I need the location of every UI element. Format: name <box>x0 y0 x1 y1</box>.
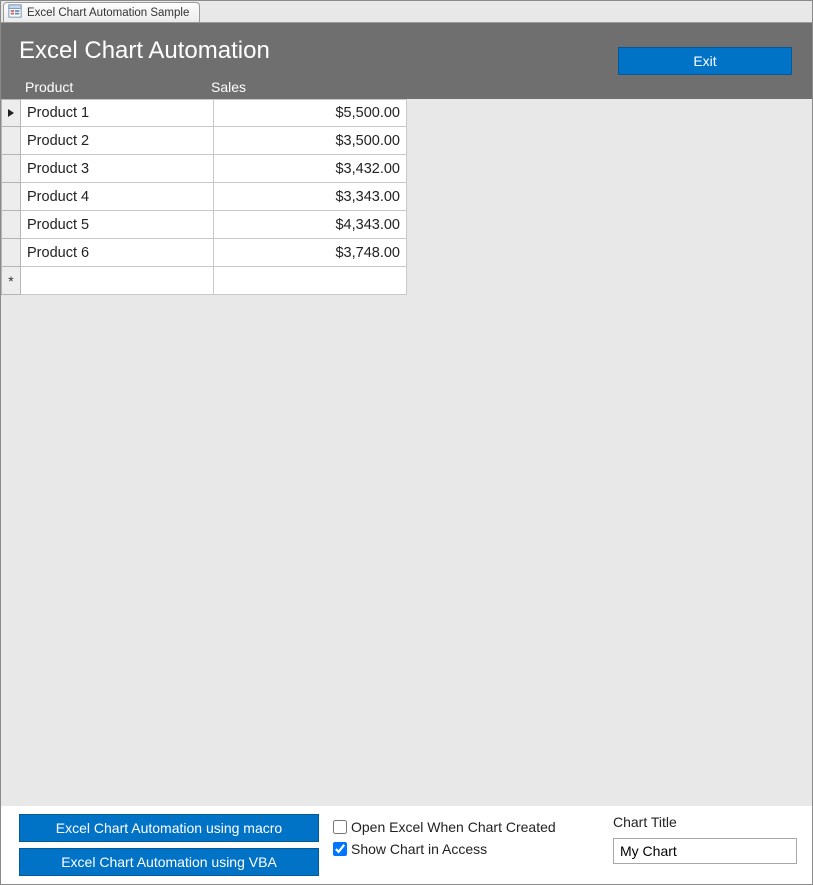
automation-vba-button[interactable]: Excel Chart Automation using VBA <box>19 848 319 876</box>
cell-product[interactable]: Product 6 <box>21 239 214 267</box>
tab-bar: Excel Chart Automation Sample <box>1 1 812 23</box>
automation-macro-button[interactable]: Excel Chart Automation using macro <box>19 814 319 842</box>
chart-title-input[interactable] <box>613 838 797 864</box>
tab-label: Excel Chart Automation Sample <box>27 7 189 19</box>
form-icon <box>8 4 22 21</box>
page-title: Excel Chart Automation <box>19 37 270 65</box>
column-header-sales: Sales <box>211 79 401 95</box>
cell-product[interactable]: Product 5 <box>21 211 214 239</box>
open-excel-checkbox-row[interactable]: Open Excel When Chart Created <box>333 816 556 838</box>
cell-sales[interactable]: $3,748.00 <box>214 239 407 267</box>
window: Excel Chart Automation Sample Excel Char… <box>0 0 813 885</box>
record-selector-current[interactable] <box>1 99 21 127</box>
show-chart-checkbox[interactable] <box>333 842 347 856</box>
record-selector[interactable] <box>1 155 21 183</box>
cell-product[interactable]: Product 3 <box>21 155 214 183</box>
form-body: Product 1 $5,500.00 Product 2 $3,500.00 … <box>1 99 812 806</box>
table-row[interactable]: Product 6 $3,748.00 <box>1 239 407 267</box>
table-row[interactable]: Product 4 $3,343.00 <box>1 183 407 211</box>
cell-sales[interactable]: $5,500.00 <box>214 99 407 127</box>
record-selector-new[interactable]: * <box>1 267 21 295</box>
current-record-icon <box>6 106 16 121</box>
record-selector[interactable] <box>1 211 21 239</box>
automation-vba-label: Excel Chart Automation using VBA <box>61 854 277 870</box>
table-row-new[interactable]: * <box>1 267 407 295</box>
cell-sales[interactable]: $3,432.00 <box>214 155 407 183</box>
exit-button[interactable]: Exit <box>618 47 792 75</box>
cell-product[interactable] <box>21 267 214 295</box>
open-excel-label: Open Excel When Chart Created <box>351 819 556 835</box>
datasheet: Product 1 $5,500.00 Product 2 $3,500.00 … <box>1 99 407 295</box>
chart-title-label: Chart Title <box>613 814 797 830</box>
cell-sales[interactable]: $4,343.00 <box>214 211 407 239</box>
cell-sales[interactable]: $3,500.00 <box>214 127 407 155</box>
exit-button-label: Exit <box>693 53 716 69</box>
record-selector[interactable] <box>1 239 21 267</box>
tab-sample[interactable]: Excel Chart Automation Sample <box>3 2 200 22</box>
table-row[interactable]: Product 1 $5,500.00 <box>1 99 407 127</box>
table-row[interactable]: Product 2 $3,500.00 <box>1 127 407 155</box>
show-chart-checkbox-row[interactable]: Show Chart in Access <box>333 838 556 860</box>
record-selector[interactable] <box>1 183 21 211</box>
open-excel-checkbox[interactable] <box>333 820 347 834</box>
table-row[interactable]: Product 3 $3,432.00 <box>1 155 407 183</box>
cell-sales[interactable] <box>214 267 407 295</box>
automation-macro-label: Excel Chart Automation using macro <box>56 820 282 836</box>
cell-product[interactable]: Product 1 <box>21 99 214 127</box>
table-row[interactable]: Product 5 $4,343.00 <box>1 211 407 239</box>
cell-product[interactable]: Product 4 <box>21 183 214 211</box>
cell-sales[interactable]: $3,343.00 <box>214 183 407 211</box>
column-headers: Product Sales <box>25 79 401 95</box>
show-chart-label: Show Chart in Access <box>351 841 487 857</box>
new-record-icon: * <box>8 274 13 288</box>
record-selector[interactable] <box>1 127 21 155</box>
cell-product[interactable]: Product 2 <box>21 127 214 155</box>
form-header: Excel Chart Automation Exit Product Sale… <box>1 23 812 99</box>
form-footer: Excel Chart Automation using macro Excel… <box>1 806 812 884</box>
column-header-product: Product <box>25 79 211 95</box>
